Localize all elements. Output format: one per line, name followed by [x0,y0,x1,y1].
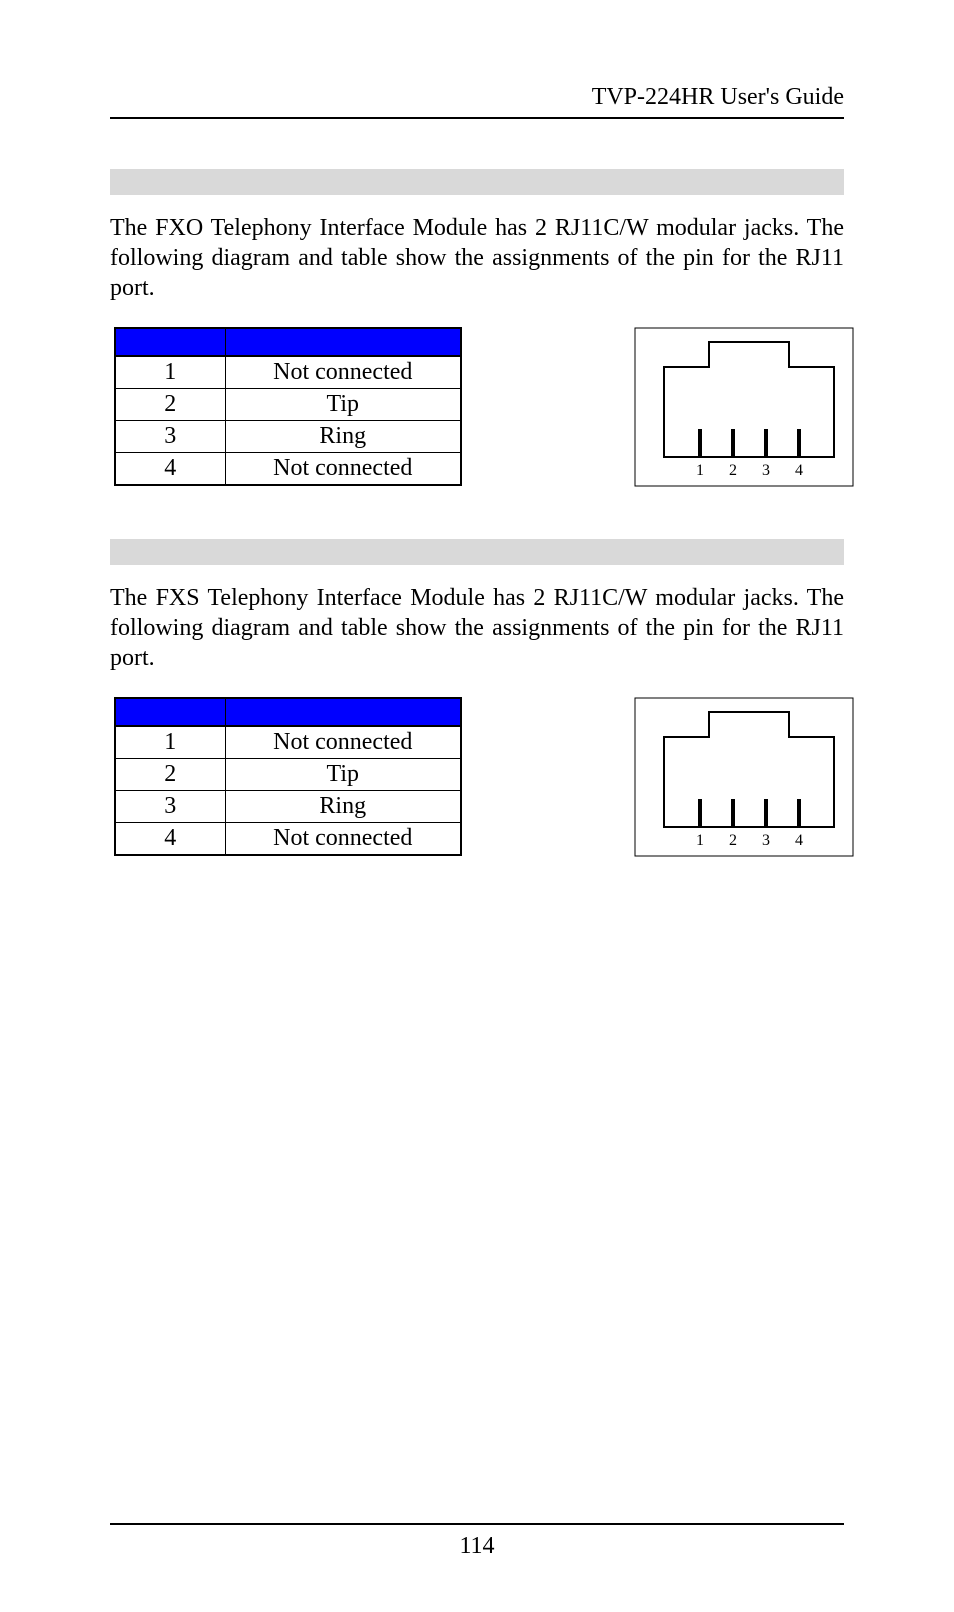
table-row: 1 Not connected [115,726,461,759]
table-row: 2 Tip [115,389,461,421]
pin-desc-cell: Not connected [225,356,461,389]
pin-label: 1 [696,462,704,479]
pin-assignment-table: 1 Not connected 2 Tip 3 Ring 4 Not conne… [114,327,462,486]
table-header-cell [225,328,461,356]
rj11-jack-icon: 1 2 3 4 [634,327,854,487]
document-page: TVP-224HR User's Guide The FXO Telephony… [0,0,954,1612]
table-row: 3 Ring [115,791,461,823]
table-header-cell [115,698,225,726]
table-row: 4 Not connected [115,823,461,856]
pin-number-cell: 1 [115,726,225,759]
pin-number-cell: 1 [115,356,225,389]
pin-label: 4 [795,462,803,479]
table-row: 2 Tip [115,759,461,791]
pin-number-cell: 3 [115,791,225,823]
section-paragraph: The FXO Telephony Interface Module has 2… [110,213,844,303]
header-rule [110,117,844,119]
section-content-block: 1 Not connected 2 Tip 3 Ring 4 Not conne… [110,697,844,867]
table-row: 3 Ring [115,421,461,453]
pin-desc-cell: Tip [225,759,461,791]
table-row: 1 Not connected [115,356,461,389]
section-paragraph: The FXS Telephony Interface Module has 2… [110,583,844,673]
section-banner [110,169,844,195]
pin-number-cell: 2 [115,389,225,421]
pin-label: 1 [696,832,704,849]
pin-label: 3 [762,832,770,849]
pin-label: 2 [729,832,737,849]
page-footer: 114 [110,1523,844,1560]
rj11-jack-icon: 1 2 3 4 [634,697,854,857]
pin-desc-cell: Not connected [225,453,461,486]
pin-desc-cell: Ring [225,791,461,823]
pin-number-cell: 4 [115,823,225,856]
pin-label: 3 [762,462,770,479]
table-row: 4 Not connected [115,453,461,486]
pin-desc-cell: Not connected [225,726,461,759]
pin-number-cell: 4 [115,453,225,486]
table-header-cell [225,698,461,726]
pin-assignment-table: 1 Not connected 2 Tip 3 Ring 4 Not conne… [114,697,462,856]
pin-desc-cell: Ring [225,421,461,453]
page-number: 114 [110,1533,844,1560]
table-header-row [115,698,461,726]
pin-number-cell: 2 [115,759,225,791]
table-header-row [115,328,461,356]
pin-label: 4 [795,832,803,849]
footer-rule [110,1523,844,1525]
table-header-cell [115,328,225,356]
pin-desc-cell: Tip [225,389,461,421]
page-header-title: TVP-224HR User's Guide [110,84,844,111]
pin-desc-cell: Not connected [225,823,461,856]
section-banner [110,539,844,565]
pin-label: 2 [729,462,737,479]
pin-number-cell: 3 [115,421,225,453]
section-content-block: 1 Not connected 2 Tip 3 Ring 4 Not conne… [110,327,844,497]
